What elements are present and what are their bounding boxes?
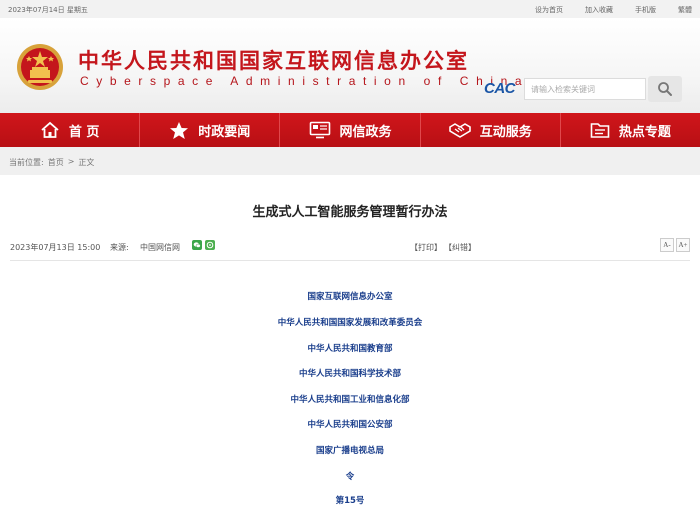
- site-header: 中华人民共和国国家互联网信息办公室 Cyberspace Administrat…: [0, 18, 700, 113]
- search-icon: [658, 82, 672, 96]
- top-bar: 2023年07月14日 星期五 设为首页 加入收藏 手机版 繁體: [0, 0, 700, 18]
- nav-item-label: 互动服务: [479, 124, 532, 140]
- moments-icon: [206, 241, 214, 249]
- correction-link[interactable]: 【纠错】: [444, 242, 476, 253]
- site-title: 中华人民共和国国家互联网信息办公室: [78, 49, 469, 73]
- issuing-org: 中华人民共和国公安部: [307, 420, 393, 430]
- meta-divider: [10, 260, 690, 261]
- issuing-org: 国家互联网信息办公室: [307, 292, 393, 302]
- mobile-version-link[interactable]: 手机版: [635, 5, 656, 15]
- nav-item-government-affairs[interactable]: 网信政务: [280, 113, 421, 147]
- handshake-icon: [448, 123, 471, 138]
- source-name: 中国网信网: [140, 243, 180, 252]
- nav-item-hot-topics[interactable]: 热点专题: [561, 113, 700, 147]
- breadcrumb-home-link[interactable]: 首页: [48, 157, 64, 168]
- source-label: 来源:: [110, 243, 129, 252]
- main-nav: 首 页 时政要闻 网信政务 互动服务 热点专题: [0, 113, 700, 147]
- nav-item-news[interactable]: 时政要闻: [140, 113, 281, 147]
- issuing-org: 国家广播电视总局: [315, 446, 384, 456]
- order-number: 第15号: [335, 496, 365, 506]
- national-emblem-icon[interactable]: [15, 42, 65, 92]
- wechat-icon: [193, 242, 201, 248]
- breadcrumb-current-link[interactable]: 正文: [78, 157, 94, 168]
- font-smaller-button[interactable]: A-: [660, 238, 674, 252]
- breadcrumb-separator: >: [67, 157, 75, 166]
- print-link[interactable]: 【打印】: [410, 242, 442, 253]
- search-button[interactable]: [648, 76, 682, 102]
- top-links: 设为首页 加入收藏 手机版 繁體: [535, 5, 692, 15]
- set-homepage-link[interactable]: 设为首页: [535, 5, 563, 15]
- folder-icon: [590, 123, 610, 138]
- nav-item-label: 时政要闻: [198, 124, 251, 140]
- article-meta: 2023年07月13日 15:00 来源: 中国网信网 【打印】 【纠错】 A-…: [10, 238, 690, 256]
- search-input[interactable]: [524, 78, 646, 100]
- current-date: 2023年07月14日 星期五: [8, 6, 88, 14]
- issuing-org: 中华人民共和国科学技术部: [298, 369, 401, 379]
- order-label: 令: [345, 472, 355, 482]
- nav-item-label: 热点专题: [618, 124, 671, 140]
- nav-item-home[interactable]: 首 页: [0, 113, 141, 147]
- nav-item-interactive-services[interactable]: 互动服务: [421, 113, 561, 147]
- publish-date: 2023年07月13日 15:00: [10, 243, 101, 252]
- share-wechat-button[interactable]: [192, 240, 202, 250]
- star-icon: [170, 121, 189, 139]
- cac-logo[interactable]: CAC: [484, 80, 516, 97]
- article-tools: 【打印】 【纠错】: [410, 242, 476, 253]
- breadcrumb: 当前位置: 首页 > 正文: [0, 147, 700, 175]
- issuing-org: 中华人民共和国工业和信息化部: [290, 395, 410, 405]
- breadcrumb-label: 当前位置:: [9, 158, 44, 167]
- nav-item-label: 网信政务: [339, 124, 392, 140]
- share-moments-button[interactable]: [205, 240, 215, 250]
- article-title: 生成式人工智能服务管理暂行办法: [252, 205, 448, 220]
- traditional-chinese-link[interactable]: 繁體: [678, 5, 692, 15]
- font-larger-button[interactable]: A+: [676, 238, 690, 252]
- home-icon: [41, 121, 59, 138]
- issuing-org: 中华人民共和国教育部: [307, 344, 393, 354]
- issuing-org: 中华人民共和国国家发展和改革委员会: [277, 318, 423, 328]
- monitor-icon: [309, 121, 330, 139]
- add-favorite-link[interactable]: 加入收藏: [585, 5, 613, 15]
- nav-item-label: 首 页: [68, 124, 100, 140]
- site-subtitle: Cyberspace Administration of China: [80, 74, 530, 88]
